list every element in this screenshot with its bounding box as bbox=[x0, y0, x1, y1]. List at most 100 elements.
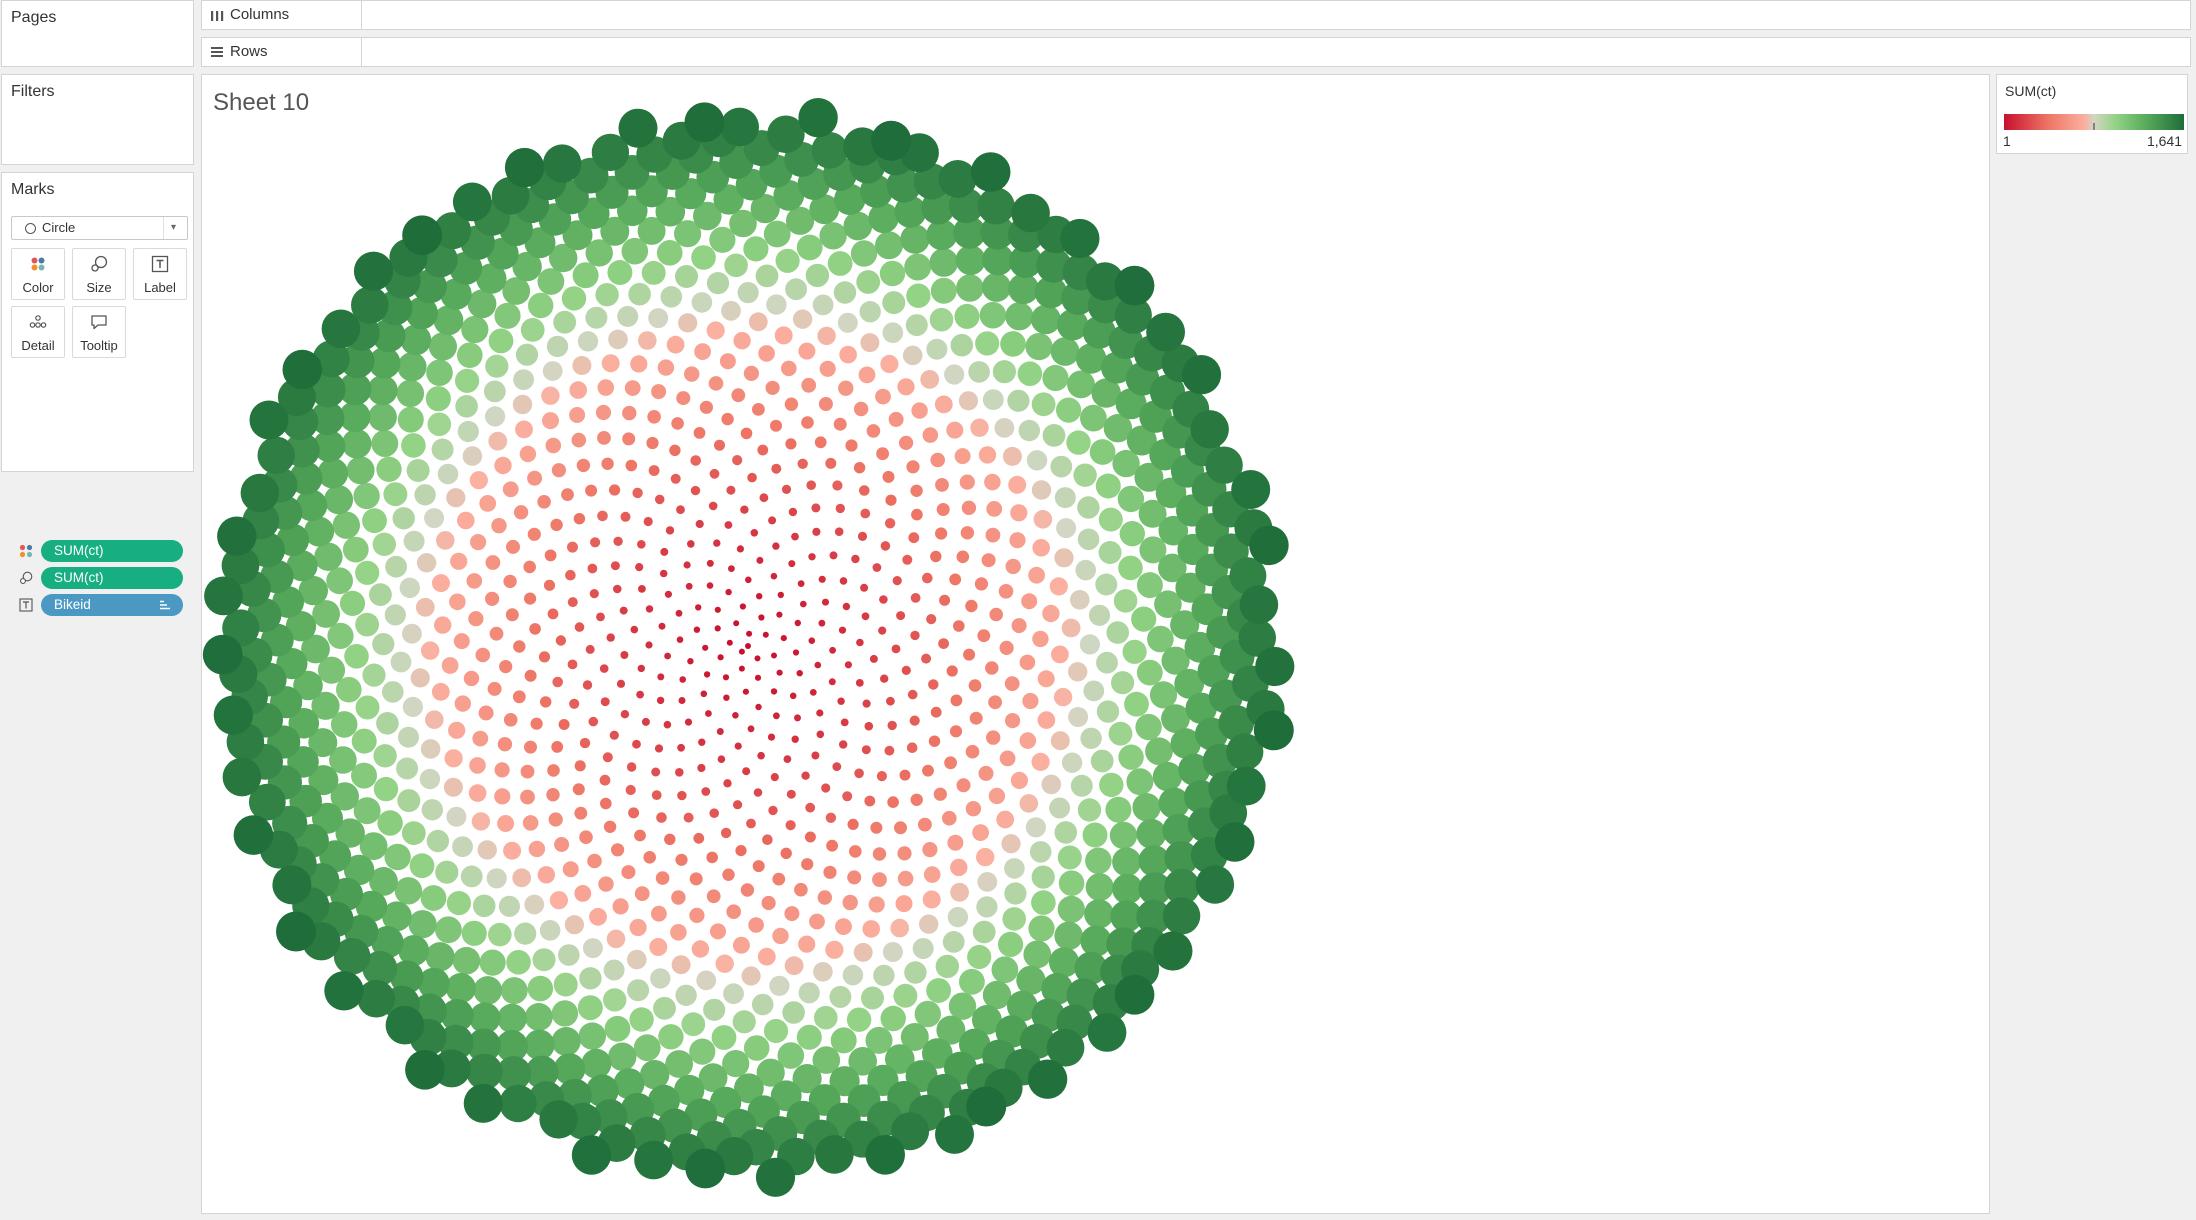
bike-circle-mark[interactable] bbox=[746, 818, 756, 829]
bike-circle-mark[interactable] bbox=[956, 274, 984, 302]
bike-circle-mark[interactable] bbox=[985, 527, 1001, 543]
bike-circle-mark[interactable] bbox=[643, 851, 656, 864]
bike-circle-mark[interactable] bbox=[1022, 692, 1039, 710]
bike-circle-mark[interactable] bbox=[462, 446, 483, 466]
bike-circle-mark[interactable] bbox=[741, 966, 761, 986]
bike-circle-mark[interactable] bbox=[755, 264, 779, 288]
bike-circle-mark[interactable] bbox=[738, 665, 745, 672]
bike-circle-mark[interactable] bbox=[498, 895, 520, 917]
bike-circle-mark[interactable] bbox=[928, 679, 939, 690]
bike-circle-mark[interactable] bbox=[1068, 662, 1088, 682]
bike-circle-mark[interactable] bbox=[532, 948, 556, 972]
bike-circle-mark[interactable] bbox=[443, 777, 463, 797]
bike-circle-mark[interactable] bbox=[314, 542, 343, 571]
bike-circle-mark[interactable] bbox=[1114, 265, 1155, 306]
bike-circle-mark[interactable] bbox=[1112, 847, 1142, 877]
bike-circle-mark[interactable] bbox=[625, 784, 636, 796]
bike-circle-mark[interactable] bbox=[884, 745, 895, 756]
bike-circle-mark[interactable] bbox=[353, 251, 394, 291]
bike-circle-mark[interactable] bbox=[1008, 475, 1027, 494]
bike-circle-mark[interactable] bbox=[660, 286, 683, 308]
bike-circle-mark[interactable] bbox=[569, 698, 580, 709]
bike-circle-mark[interactable] bbox=[970, 418, 989, 437]
bike-circle-mark[interactable] bbox=[578, 1022, 606, 1050]
bike-circle-mark[interactable] bbox=[880, 674, 889, 683]
bike-circle-mark[interactable] bbox=[974, 577, 989, 591]
bike-circle-mark[interactable] bbox=[739, 603, 747, 610]
bike-circle-mark[interactable] bbox=[942, 810, 957, 826]
bike-circle-mark[interactable] bbox=[675, 984, 697, 1006]
bike-circle-mark[interactable] bbox=[601, 354, 620, 373]
bike-circle-mark[interactable] bbox=[770, 773, 779, 782]
bike-circle-mark[interactable] bbox=[989, 607, 1003, 622]
bike-circle-mark[interactable] bbox=[606, 633, 615, 642]
bike-circle-mark[interactable] bbox=[887, 796, 899, 808]
bike-circle-mark[interactable] bbox=[1146, 312, 1185, 352]
bike-circle-mark[interactable] bbox=[515, 343, 539, 366]
bike-circle-mark[interactable] bbox=[758, 345, 775, 362]
bike-circle-mark[interactable] bbox=[1066, 430, 1091, 455]
bike-circle-mark[interactable] bbox=[861, 986, 884, 1010]
bike-circle-mark[interactable] bbox=[949, 725, 963, 738]
bike-circle-mark[interactable] bbox=[761, 895, 776, 911]
bike-circle-mark[interactable] bbox=[603, 988, 627, 1012]
bike-circle-mark[interactable] bbox=[645, 641, 653, 649]
bike-circle-mark[interactable] bbox=[571, 432, 587, 448]
bike-circle-mark[interactable] bbox=[811, 132, 849, 169]
bike-circle-mark[interactable] bbox=[607, 260, 633, 285]
bike-circle-mark[interactable] bbox=[1031, 865, 1055, 889]
bike-circle-mark[interactable] bbox=[911, 508, 923, 521]
bike-circle-mark[interactable] bbox=[996, 810, 1015, 829]
bike-circle-mark[interactable] bbox=[473, 976, 503, 1005]
bike-circle-mark[interactable] bbox=[768, 805, 778, 816]
bike-circle-mark[interactable] bbox=[616, 679, 626, 688]
bike-circle-mark[interactable] bbox=[721, 412, 734, 426]
bike-circle-mark[interactable] bbox=[706, 272, 730, 295]
bike-circle-mark[interactable] bbox=[367, 375, 398, 406]
bike-circle-mark[interactable] bbox=[676, 391, 691, 406]
rows-shelf[interactable]: Rows bbox=[201, 37, 2191, 67]
bike-circle-mark[interactable] bbox=[835, 918, 852, 935]
bike-circle-mark[interactable] bbox=[529, 623, 541, 635]
bike-circle-mark[interactable] bbox=[726, 639, 733, 646]
bike-circle-mark[interactable] bbox=[947, 834, 964, 851]
bike-circle-mark[interactable] bbox=[770, 419, 782, 432]
bike-circle-mark[interactable] bbox=[541, 386, 560, 405]
bike-circle-mark[interactable] bbox=[678, 313, 698, 333]
bike-circle-mark[interactable] bbox=[938, 638, 949, 649]
bike-circle-mark[interactable] bbox=[472, 730, 489, 747]
bike-circle-mark[interactable] bbox=[920, 370, 940, 389]
bike-circle-mark[interactable] bbox=[861, 745, 871, 755]
bike-circle-mark[interactable] bbox=[690, 485, 701, 496]
bike-circle-mark[interactable] bbox=[982, 389, 1004, 410]
bike-circle-mark[interactable] bbox=[695, 604, 702, 611]
bike-circle-mark[interactable] bbox=[372, 633, 395, 656]
bike-circle-mark[interactable] bbox=[788, 507, 798, 517]
bike-circle-mark[interactable] bbox=[716, 728, 724, 735]
bike-circle-mark[interactable] bbox=[752, 403, 765, 416]
bike-circle-mark[interactable] bbox=[1077, 496, 1100, 519]
bike-circle-mark[interactable] bbox=[896, 611, 906, 621]
bike-circle-mark[interactable] bbox=[567, 541, 578, 553]
bike-circle-mark[interactable] bbox=[655, 871, 670, 885]
bike-circle-mark[interactable] bbox=[448, 721, 466, 739]
bike-circle-mark[interactable] bbox=[740, 427, 753, 440]
bike-circle-mark[interactable] bbox=[762, 631, 769, 638]
bike-circle-mark[interactable] bbox=[479, 949, 506, 976]
bike-circle-mark[interactable] bbox=[637, 540, 646, 549]
bike-circle-mark[interactable] bbox=[650, 968, 671, 989]
bike-circle-mark[interactable] bbox=[671, 890, 686, 905]
bike-circle-mark[interactable] bbox=[408, 910, 437, 939]
bike-circle-mark[interactable] bbox=[733, 332, 751, 350]
bike-circle-mark[interactable] bbox=[1056, 518, 1077, 539]
bike-circle-mark[interactable] bbox=[355, 695, 380, 720]
bike-circle-mark[interactable] bbox=[743, 236, 769, 262]
bike-circle-mark[interactable] bbox=[527, 975, 554, 1002]
bike-circle-mark[interactable] bbox=[762, 834, 773, 845]
bike-circle-mark[interactable] bbox=[403, 530, 425, 552]
bike-circle-mark[interactable] bbox=[999, 750, 1016, 767]
bike-circle-mark[interactable] bbox=[833, 281, 857, 304]
bike-circle-mark[interactable] bbox=[670, 473, 681, 484]
bike-circle-mark[interactable] bbox=[871, 120, 912, 161]
bike-circle-mark[interactable] bbox=[821, 783, 831, 793]
